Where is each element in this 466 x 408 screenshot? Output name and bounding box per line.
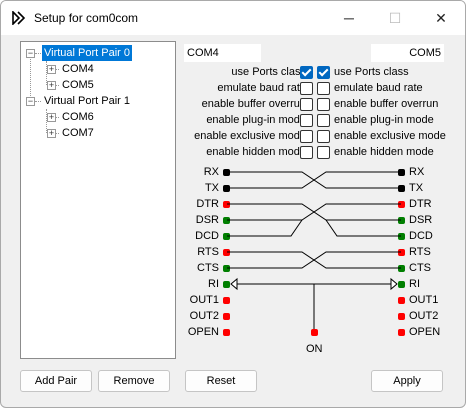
signal-label-right: CTS	[409, 262, 431, 274]
signal-label-right: TX	[409, 182, 424, 194]
signal-label-left: TX	[204, 182, 219, 194]
signal-label-right: RI	[409, 278, 420, 290]
signal-label-left: DTR	[196, 198, 219, 210]
signal-pin-right	[398, 313, 405, 320]
signal-pin-left	[223, 297, 230, 304]
signal-label-left: DCD	[195, 230, 219, 242]
setup-window: Setup for com0com ─ ☐ ✕ − Virtual Port Pa…	[0, 0, 466, 408]
signal-wiring-diagram	[223, 169, 405, 336]
ri-arrow-right-icon	[390, 277, 398, 291]
signal-label-right: DCD	[409, 230, 433, 242]
signal-label-right: DTR	[409, 198, 432, 210]
signal-label-left: RTS	[197, 246, 219, 258]
signal-pin-left	[223, 313, 230, 320]
signal-pin-right	[398, 281, 405, 288]
signal-label-right: RX	[409, 166, 425, 178]
signal-pin-right	[398, 329, 405, 336]
signal-label-right: OUT2	[409, 310, 439, 322]
signal-pin-right	[398, 297, 405, 304]
signal-label-left: OPEN	[187, 326, 219, 338]
signal-label-left: RI	[208, 278, 219, 290]
signal-wire	[325, 219, 401, 237]
signal-wire	[227, 203, 401, 221]
signal-label-right: DSR	[409, 214, 433, 226]
signal-label-left: OUT1	[189, 294, 219, 306]
signal-pin-left	[223, 329, 230, 336]
signal-label-right: RTS	[409, 246, 431, 258]
signal-label-left: CTS	[197, 262, 219, 274]
signal-label-left: RX	[203, 166, 219, 178]
signal-wire	[227, 171, 401, 189]
on-label: ON	[306, 343, 323, 355]
signal-label-left: DSR	[195, 214, 219, 226]
signal-label-right: OPEN	[409, 326, 441, 338]
signal-wire	[227, 251, 401, 269]
signal-pin-left	[223, 281, 230, 288]
signal-label-right: OUT1	[409, 294, 439, 306]
signal-wire	[227, 219, 303, 237]
on-pin	[311, 329, 318, 336]
signal-label-left: OUT2	[189, 310, 219, 322]
ri-arrow-left-icon	[230, 277, 238, 291]
